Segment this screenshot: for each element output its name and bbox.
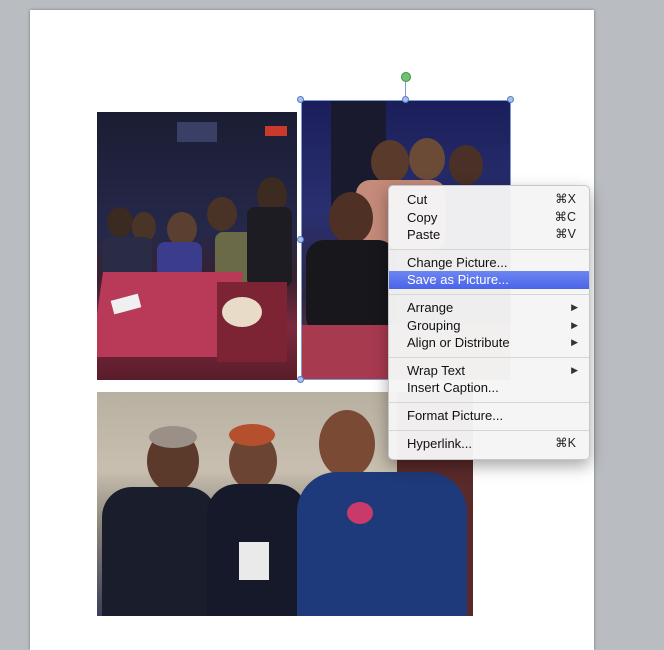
blue-jacket [297,472,467,616]
menu-separator [389,356,589,358]
menu-item-paste[interactable]: Paste ⌘V [389,226,589,244]
menu-separator [389,429,589,431]
person [207,197,237,231]
jacket-logo [347,502,373,524]
submenu-arrow-icon: ▶ [571,301,578,312]
menu-item-label: Paste [407,227,441,243]
menu-item-grouping[interactable]: Grouping ▶ [389,317,589,335]
menu-item-format-picture[interactable]: Format Picture... [389,407,589,425]
menu-item-save-as-picture[interactable]: Save as Picture... [389,271,589,289]
menu-item-label: Cut [407,192,428,207]
resize-handle-left[interactable] [297,236,304,243]
rotate-handle[interactable] [401,72,411,82]
resize-handle-top-right[interactable] [507,96,514,103]
woman-right-face [319,410,375,478]
menu-item-align-distribute[interactable]: Align or Distribute ▶ [389,334,589,352]
person-body [247,207,292,287]
shortcut-label: ⌘V [555,227,576,242]
resize-handle-top[interactable] [402,96,409,103]
submenu-arrow-icon: ▶ [571,319,578,330]
menu-item-copy[interactable]: Copy ⌘C [389,209,589,227]
menu-item-insert-caption[interactable]: Insert Caption... [389,379,589,397]
shortcut-label: ⌘X [555,192,576,206]
photo-banquet-table[interactable] [97,112,297,380]
menu-separator [389,248,589,250]
menu-separator [389,401,589,403]
menu-item-wrap-text[interactable]: Wrap Text ▶ [389,362,589,380]
menu-separator [389,293,589,295]
person [167,212,197,246]
person [107,207,133,237]
menu-item-label: Insert Caption... [407,380,499,396]
gray-hair [149,426,197,448]
menu-item-arrange[interactable]: Arrange ▶ [389,299,589,317]
black-jacket [102,487,217,616]
wall-vent [177,122,217,142]
submenu-arrow-icon: ▶ [571,364,578,375]
context-menu: Cut ⌘X Copy ⌘C Paste ⌘V Change Picture... S… [388,185,590,460]
submenu-arrow-icon: ▶ [571,337,578,348]
menu-item-label: Hyperlink... [407,435,473,451]
menu-item-hyperlink[interactable]: Hyperlink... ⌘K [389,435,589,453]
shortcut-label: ⌘K [555,435,576,450]
resize-handle-bottom-left[interactable] [297,376,304,383]
menu-item-label: Wrap Text [407,362,466,378]
shortcut-label: ⌘C [554,209,576,224]
menu-item-cut[interactable]: Cut ⌘X [389,191,589,209]
resize-handle-top-left[interactable] [297,96,304,103]
menu-item-label: Save as Picture... [407,272,509,288]
red-hair [229,424,275,446]
menu-item-label: Align or Distribute [407,335,510,351]
menu-item-label: Copy [407,209,438,225]
name-badge [239,542,269,580]
menu-item-label: Change Picture... [407,254,508,270]
menu-item-label: Arrange [407,299,454,315]
menu-item-label: Grouping [407,317,461,333]
menu-item-change-picture[interactable]: Change Picture... [389,254,589,272]
handbag [222,297,262,327]
person-body [102,237,152,277]
menu-item-label: Format Picture... [407,407,504,423]
exit-sign [265,126,287,136]
